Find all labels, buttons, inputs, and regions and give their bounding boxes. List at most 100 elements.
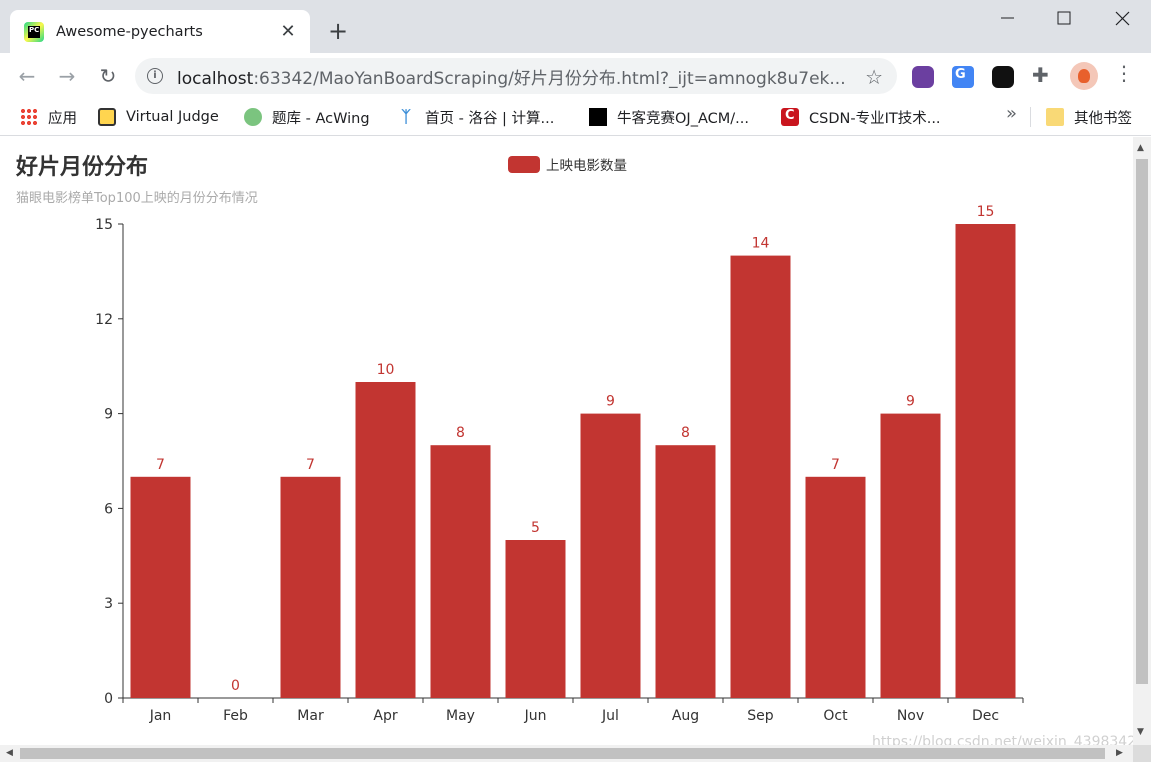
nowcoder-icon xyxy=(589,108,607,126)
new-tab-icon[interactable]: + xyxy=(326,19,350,43)
bookmark-label: 其他书签 xyxy=(1074,110,1132,127)
site-info-icon[interactable]: i xyxy=(147,68,163,84)
bar-jun xyxy=(505,540,566,698)
x-tick-label: Mar xyxy=(297,708,324,724)
bar-may xyxy=(430,445,491,698)
bar-mar xyxy=(280,476,341,698)
bar-jul xyxy=(580,413,641,698)
browser-toolbar: ← → ↻ i localhost:63342/MaoYanBoardScrap… xyxy=(0,53,1151,98)
bar-apr xyxy=(355,382,416,698)
scroll-left-icon[interactable]: ◀ xyxy=(6,748,13,758)
bookmark-label: 首页 - 洛谷 | 计算... xyxy=(425,110,555,127)
bar-sep xyxy=(730,255,791,698)
bar-aug xyxy=(655,445,716,698)
bookmark-other-folder[interactable]: 其他书签 xyxy=(1046,106,1132,128)
tab-strip: PC Awesome-pyecharts ✕ + xyxy=(0,0,1151,53)
bar-nov xyxy=(880,413,941,698)
page-content: 0 3 6 9 12 15 7 Jan 0 Feb 7 Mar 10 Apr 8 May 5 Jun 9 Jul 8 Au… xyxy=(0,137,1133,745)
forward-arrow-icon[interactable]: → xyxy=(53,62,81,90)
y-tick-label: 9 xyxy=(104,407,113,423)
bar-jan xyxy=(130,476,191,698)
y-tick-label: 12 xyxy=(95,312,113,328)
bookmark-virtual-judge[interactable]: Virtual Judge xyxy=(98,106,219,128)
bar-dec xyxy=(955,224,1016,698)
window-close-icon[interactable] xyxy=(1107,5,1137,31)
data-label: 7 xyxy=(156,457,165,473)
bar-oct xyxy=(805,476,866,698)
x-tick-label: Nov xyxy=(897,708,924,724)
data-label: 5 xyxy=(531,520,540,536)
google-translate-icon[interactable] xyxy=(952,66,974,88)
bar-chart: 0 3 6 9 12 15 7 Jan 0 Feb 7 Mar 10 Apr 8 May 5 Jun 9 Jul 8 Au… xyxy=(95,204,1024,724)
vertical-scrollbar[interactable]: ▲ ▼ xyxy=(1133,137,1151,745)
scrollbar-corner xyxy=(1133,745,1151,762)
bookmark-divider xyxy=(1030,107,1031,127)
browser-tab[interactable]: PC Awesome-pyecharts ✕ xyxy=(10,10,310,53)
reload-icon[interactable]: ↻ xyxy=(94,62,122,90)
folder-icon xyxy=(1046,108,1064,126)
url-host: localhost xyxy=(177,68,254,89)
bookmark-nowcoder[interactable]: 牛客竞赛OJ_ACM/... xyxy=(589,106,749,128)
data-label: 10 xyxy=(377,362,395,378)
extension-icon[interactable] xyxy=(912,66,934,88)
y-tick-label: 6 xyxy=(104,501,113,517)
legend-swatch xyxy=(508,155,540,173)
watermark-text: https://blog.csdn.net/weixin_43983421 xyxy=(872,734,1133,745)
data-label: 7 xyxy=(306,457,315,473)
close-tab-icon[interactable]: ✕ xyxy=(278,21,298,42)
x-tick-label: Feb xyxy=(223,708,248,724)
x-tick-label: Sep xyxy=(747,708,774,724)
maximize-icon[interactable] xyxy=(1049,5,1079,31)
scroll-right-icon[interactable]: ▶ xyxy=(1116,748,1123,758)
x-tick-label: Jan xyxy=(149,708,172,724)
bookmarks-bar: 应用 Virtual Judge 题库 - AcWing ᛉ 首页 - 洛谷 |… xyxy=(0,98,1151,136)
acwing-icon xyxy=(244,108,262,126)
extensions-puzzle-icon[interactable]: ✚ xyxy=(1032,63,1049,87)
chart-title: 好片月份分布 xyxy=(16,155,149,180)
apps-icon xyxy=(20,108,38,126)
minimize-icon[interactable] xyxy=(992,5,1022,31)
horizontal-scroll-thumb[interactable] xyxy=(20,748,1105,759)
y-tick-label: 0 xyxy=(104,691,113,707)
tab-title: Awesome-pyecharts xyxy=(56,23,203,40)
data-label: 8 xyxy=(681,425,690,441)
back-arrow-icon[interactable]: ← xyxy=(13,62,41,90)
data-label: 8 xyxy=(456,425,465,441)
data-label: 9 xyxy=(906,394,915,410)
data-label: 0 xyxy=(231,678,240,694)
chart-legend[interactable]: 上映电影数量 xyxy=(508,154,627,174)
bookmark-csdn[interactable]: CSDN-专业IT技术... xyxy=(781,106,941,128)
bookmark-acwing[interactable]: 题库 - AcWing xyxy=(244,106,370,128)
data-label: 7 xyxy=(831,457,840,473)
url-path: :63342/MaoYanBoardScraping/好片月份分布.html?_… xyxy=(253,68,846,89)
data-label: 15 xyxy=(977,204,995,220)
profile-avatar[interactable] xyxy=(1070,62,1098,90)
vertical-scroll-thumb[interactable] xyxy=(1136,159,1148,684)
bookmark-label: 题库 - AcWing xyxy=(272,110,370,127)
url-text[interactable]: localhost:63342/MaoYanBoardScraping/好片月份… xyxy=(177,64,857,89)
x-tick-label: Jun xyxy=(524,708,547,724)
bookmark-label: CSDN-专业IT技术... xyxy=(809,110,941,127)
bookmark-star-icon[interactable]: ☆ xyxy=(865,65,883,89)
bookmark-label: 牛客竞赛OJ_ACM/... xyxy=(617,110,749,127)
x-tick-label: Oct xyxy=(823,708,848,724)
bookmark-apps[interactable]: 应用 xyxy=(20,106,77,128)
x-tick-label: Aug xyxy=(672,708,699,724)
tampermonkey-icon[interactable] xyxy=(992,66,1014,88)
address-bar[interactable]: i localhost:63342/MaoYanBoardScraping/好片… xyxy=(135,58,897,94)
data-label: 9 xyxy=(606,394,615,410)
scroll-down-icon[interactable]: ▼ xyxy=(1137,727,1144,737)
scroll-up-icon[interactable]: ▲ xyxy=(1137,143,1144,153)
more-bookmarks-icon[interactable]: » xyxy=(1006,103,1017,124)
menu-dots-icon[interactable]: ⋮ xyxy=(1114,63,1134,83)
y-tick-label: 15 xyxy=(95,217,113,233)
bookmark-luogu[interactable]: ᛉ 首页 - 洛谷 | 计算... xyxy=(397,106,554,128)
luogu-icon: ᛉ xyxy=(401,107,411,126)
x-tick-label: Apr xyxy=(373,708,397,724)
x-tick-label: Dec xyxy=(972,708,999,724)
horizontal-scrollbar[interactable]: ◀ ▶ xyxy=(0,745,1133,762)
y-tick-label: 3 xyxy=(104,596,113,612)
data-label: 14 xyxy=(752,236,770,252)
bookmark-label: 应用 xyxy=(48,110,77,127)
chart-subtitle: 猫眼电影榜单Top100上映的月份分布情况 xyxy=(16,191,258,206)
